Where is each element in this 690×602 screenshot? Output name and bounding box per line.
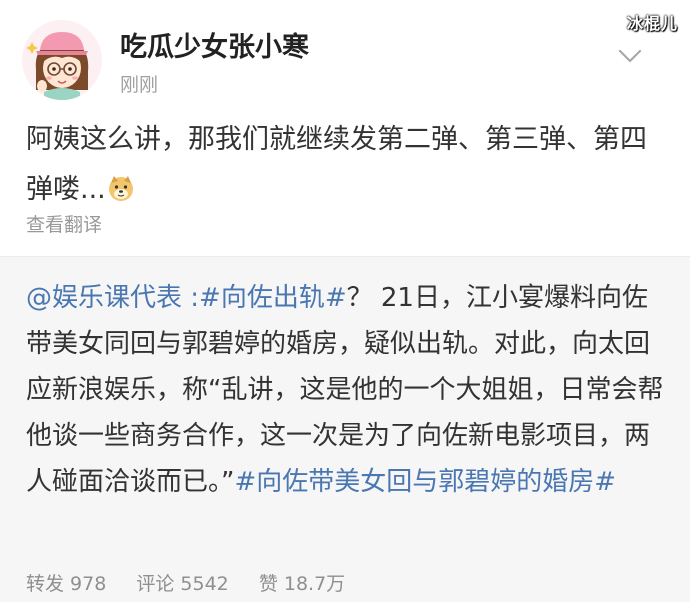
doge-icon (108, 176, 133, 201)
like-count[interactable]: 赞 18.7万 (259, 573, 345, 595)
repost-count[interactable]: 转发 978 (26, 573, 106, 595)
hashtag-link-2[interactable]: #向佐带美女回与郭碧婷的婚房# (234, 467, 616, 497)
hashtag-link[interactable]: #向佐出轨# (199, 283, 347, 313)
post-body: 阿姨这么讲，那我们就继续发第二弹、第三弹、第四弹喽... (26, 115, 666, 215)
cartoon-girl-avatar-icon (22, 20, 102, 100)
comment-count[interactable]: 评论 5542 (136, 573, 228, 595)
repost-body: ？ 21日，江小宴爆料向佐带美女同回与郭碧婷的婚房，疑似出轨。对此，向太回应新浪… (26, 283, 664, 497)
post-time: 刚刚 (120, 74, 159, 96)
watermark-text: 冰棍儿 (626, 14, 678, 33)
repost-stats: 转发 978 评论 5542 赞 18.7万 (26, 569, 369, 596)
mention-link[interactable]: @娱乐课代表 (26, 283, 182, 313)
view-translation-link[interactable]: 查看翻译 (26, 210, 102, 237)
repost-card[interactable]: @娱乐课代表 :#向佐出轨#？ 21日，江小宴爆料向佐带美女同回与郭碧婷的婚房，… (0, 256, 690, 602)
avatar[interactable] (22, 20, 102, 100)
username[interactable]: 吃瓜少女张小寒 (120, 25, 309, 64)
chevron-down-icon[interactable] (614, 40, 646, 72)
repost-text: @娱乐课代表 :#向佐出轨#？ 21日，江小宴爆料向佐带美女同回与郭碧婷的婚房，… (26, 275, 668, 505)
mention-separator: : (182, 283, 200, 313)
